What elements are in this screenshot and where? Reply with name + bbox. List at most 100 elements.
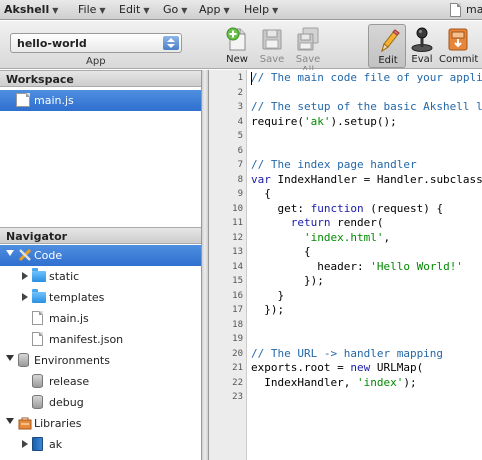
line-number: 13: [232, 247, 243, 257]
navigator-item-label: Libraries: [34, 417, 82, 430]
menu-file[interactable]: File ▼: [78, 3, 106, 16]
code-line[interactable]: header: 'Hello World!': [251, 260, 463, 273]
line-number: 19: [232, 334, 243, 344]
menu-akshell[interactable]: Akshell ▼: [4, 3, 58, 16]
code-line[interactable]: // The setup of the basic Akshell l: [251, 100, 482, 113]
code-line[interactable]: // The URL -> handler mapping: [251, 347, 443, 360]
panel-splitter[interactable]: [201, 70, 209, 460]
pencil-icon: [381, 29, 400, 53]
folder-icon: [32, 289, 46, 303]
menu-go[interactable]: Go ▼: [163, 3, 187, 16]
tools-icon: [18, 248, 32, 262]
code-line[interactable]: // The index page handler: [251, 158, 417, 171]
navigator-item-label: Environments: [34, 354, 110, 367]
line-number: 22: [232, 377, 243, 388]
code-line[interactable]: });: [251, 303, 284, 316]
expand-arrow-icon[interactable]: [6, 418, 14, 424]
navigator-item-debug[interactable]: debug: [0, 392, 201, 413]
line-number: 1: [237, 73, 243, 83]
open-file-tab[interactable]: ma: [448, 2, 482, 20]
open-file-name: ma: [466, 3, 482, 16]
line-number: 3: [237, 102, 243, 112]
menu-edit[interactable]: Edit ▼: [119, 3, 149, 16]
line-number: 8: [237, 174, 243, 185]
document-icon: [32, 311, 43, 325]
navigator-panel: Code static templates main.js manifest.j…: [0, 245, 201, 460]
code-line[interactable]: return render(: [251, 216, 384, 229]
edit-button[interactable]: Edit: [368, 24, 406, 68]
joystick-icon: [411, 27, 433, 52]
navigator-item-release[interactable]: release: [0, 371, 201, 392]
line-number: 9: [237, 189, 243, 199]
code-editor[interactable]: 1 2 3 4 5 6 7 8 9 10 11 12 13 14 15 16 17 18 19 20 21 22 23 //…: [209, 70, 482, 460]
code-line[interactable]: var IndexHandler = Handler.subclass: [251, 173, 482, 186]
expand-arrow-icon[interactable]: [22, 440, 28, 448]
commit-button-label: Commit: [439, 54, 479, 65]
navigator-item-label: ak: [49, 438, 63, 451]
chevron-down-icon: ▼: [272, 6, 279, 15]
line-number: 20: [232, 348, 243, 359]
app-select[interactable]: hello-world: [10, 33, 182, 53]
line-number: 12: [232, 232, 243, 243]
chevron-down-icon: ▼: [99, 6, 106, 15]
workspace-title: Workspace: [6, 73, 74, 86]
chevron-down-icon: ▼: [143, 6, 150, 15]
line-number: 5: [237, 131, 243, 141]
menubar: Akshell ▼ File ▼ Edit ▼ Go ▼ App ▼ Help ▼ ma: [0, 0, 482, 20]
navigator-item-code[interactable]: Code: [0, 245, 201, 266]
code-line[interactable]: {: [251, 187, 271, 200]
document-icon: [450, 3, 461, 17]
toolbar: hello-world App New Save Save All: [0, 21, 482, 76]
navigator-item-environments[interactable]: Environments: [0, 350, 201, 371]
code-line[interactable]: });: [251, 274, 324, 287]
line-number: 7: [237, 160, 243, 170]
expand-arrow-icon[interactable]: [6, 355, 14, 361]
new-button[interactable]: New: [218, 24, 256, 68]
expand-arrow-icon[interactable]: [22, 293, 28, 301]
navigator-item-label: manifest.json: [49, 333, 124, 346]
line-number: 21: [232, 363, 243, 373]
navigator-item-manifest-json[interactable]: manifest.json: [0, 329, 201, 350]
line-number: 18: [232, 319, 243, 330]
workspace-item-label: main.js: [34, 94, 74, 107]
navigator-item-templates[interactable]: templates: [0, 287, 201, 308]
line-number-gutter: 1 2 3 4 5 6 7 8 9 10 11 12 13 14 15 16 17 18 19 20 21 22 23: [209, 70, 247, 460]
navigator-title: Navigator: [6, 230, 68, 243]
code-line[interactable]: 'index.html',: [251, 231, 390, 244]
navigator-item-label: static: [49, 270, 80, 283]
navigator-item-label: release: [49, 375, 90, 388]
workspace-panel: main.js: [0, 88, 201, 228]
code-line[interactable]: require('ak').setup();: [251, 115, 397, 128]
menu-help[interactable]: Help ▼: [244, 3, 278, 16]
line-number: 16: [232, 290, 243, 301]
navigator-item-main-js[interactable]: main.js: [0, 308, 201, 329]
navigator-item-static[interactable]: static: [0, 266, 201, 287]
workspace-header: Workspace: [0, 70, 201, 87]
navigator-item-libraries[interactable]: Libraries: [0, 413, 201, 434]
chevron-down-icon: ▼: [52, 6, 59, 15]
code-line[interactable]: {: [251, 245, 311, 258]
navigator-item-ak[interactable]: ak: [0, 434, 201, 455]
select-stepper-icon[interactable]: [163, 36, 179, 50]
folder-icon: [32, 268, 46, 282]
archive-box-icon: [448, 28, 468, 51]
code-line[interactable]: }: [251, 289, 284, 302]
code-line[interactable]: get: function (request) {: [251, 202, 443, 215]
code-line[interactable]: // The main code file of your appli: [251, 71, 482, 84]
navigator-item-label: debug: [49, 396, 84, 409]
code-line[interactable]: IndexHandler, 'index');: [251, 376, 416, 389]
menu-app[interactable]: App ▼: [199, 3, 230, 16]
eval-button-label: Eval: [411, 54, 433, 65]
expand-arrow-icon[interactable]: [22, 272, 28, 280]
eval-button[interactable]: Eval: [403, 24, 441, 68]
floppy-disks-icon: [297, 27, 319, 51]
workspace-item-main-js[interactable]: main.js: [0, 90, 201, 111]
navigator-header: Navigator: [0, 227, 201, 244]
line-number: 23: [232, 392, 243, 402]
save-button[interactable]: Save: [253, 24, 291, 68]
commit-button[interactable]: Commit: [439, 24, 479, 68]
code-line[interactable]: exports.root = new URLMap(: [251, 361, 423, 374]
expand-arrow-icon[interactable]: [6, 250, 14, 256]
save-all-button[interactable]: Save All: [289, 24, 327, 76]
chevron-down-icon: ▼: [223, 6, 230, 15]
